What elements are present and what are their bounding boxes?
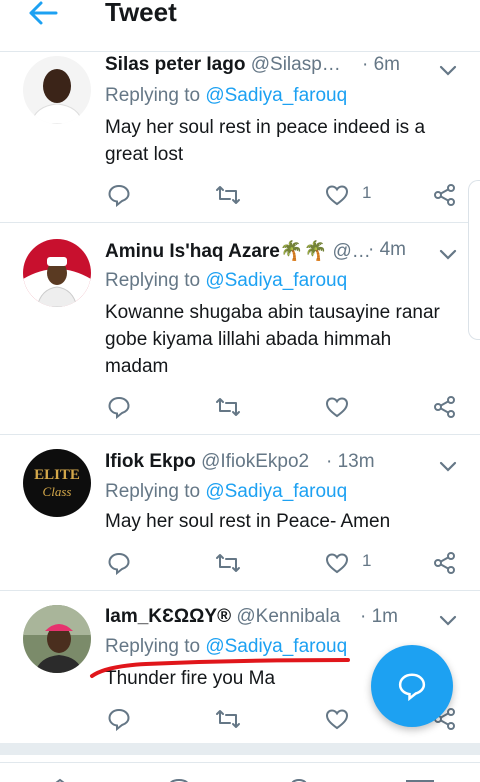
scrollbar[interactable] xyxy=(468,180,480,340)
tweet-item[interactable]: Silas peter Iago @Silasp… · 6m Replying … xyxy=(0,53,480,223)
like-count: 1 xyxy=(362,183,372,202)
avatar[interactable] xyxy=(23,605,91,673)
replying-prefix: Replying to xyxy=(105,481,206,502)
author-handle[interactable]: @IfiokEkpo2 xyxy=(201,451,309,472)
bottom-navigation xyxy=(0,762,480,782)
divider xyxy=(0,743,480,755)
tweet-time: · 6m xyxy=(362,54,400,75)
retweet-icon[interactable] xyxy=(215,707,241,731)
like-icon[interactable] xyxy=(325,395,349,419)
author-handle[interactable]: @… xyxy=(332,241,370,262)
author-name[interactable]: Aminu Is'haq Azare🌴🌴 xyxy=(105,241,327,262)
avatar[interactable] xyxy=(23,56,91,124)
tweet-author-line: Ifiok Ekpo @IfiokEkpo2 xyxy=(105,451,330,479)
tweet-actions: 1 xyxy=(105,183,465,207)
tweet-item[interactable]: Aminu Is'haq Azare🌴🌴 @… · 4m Replying to… xyxy=(0,223,480,434)
tweet-time: · 4m xyxy=(368,239,406,260)
notifications-icon[interactable] xyxy=(286,775,312,782)
share-icon[interactable] xyxy=(433,183,457,207)
red-underline-annotation xyxy=(86,650,356,685)
tweet-item[interactable]: ELITE Class Ifiok Ekpo @IfiokEkpo2 · 13m… xyxy=(0,435,480,590)
tweet-text: May her soul rest in Peace- Amen xyxy=(105,511,391,532)
reply-icon[interactable] xyxy=(107,183,131,207)
author-handle[interactable]: @Silasp… xyxy=(251,54,340,75)
mention-link[interactable]: @Sadiya_farouq xyxy=(205,481,347,502)
tweet-text: Kowanne shugaba abin tausayine ranar gob… xyxy=(105,302,440,377)
like-icon[interactable] xyxy=(325,551,349,575)
back-arrow-icon[interactable] xyxy=(28,0,58,30)
author-handle[interactable]: @Kennibala xyxy=(236,606,340,627)
reply-icon[interactable] xyxy=(107,551,131,575)
retweet-icon[interactable] xyxy=(215,183,241,207)
retweet-icon[interactable] xyxy=(215,551,241,575)
like-icon[interactable] xyxy=(325,707,349,731)
like-count: 1 xyxy=(362,551,372,570)
compose-reply-icon xyxy=(398,673,426,701)
tweet-text: May her soul rest in peace indeed is a g… xyxy=(105,117,426,165)
top-app-bar: Tweet xyxy=(0,0,480,52)
chevron-down-icon[interactable] xyxy=(438,613,458,627)
tweet-actions xyxy=(105,395,465,419)
like-icon[interactable] xyxy=(325,183,349,207)
retweet-icon[interactable] xyxy=(215,395,241,419)
tweet-author-line: Aminu Is'haq Azare🌴🌴 @… xyxy=(105,239,375,267)
share-icon[interactable] xyxy=(433,551,457,575)
messages-icon[interactable] xyxy=(405,775,435,782)
avatar-logo-text: Class xyxy=(43,484,72,499)
share-icon[interactable] xyxy=(433,395,457,419)
replying-to-line: Replying to @Sadiya_farouq xyxy=(105,85,347,107)
page-title: Tweet xyxy=(105,0,177,27)
avatar[interactable] xyxy=(23,239,91,307)
tweet-author-line: Iam_KƐΩΩY® @Kennibala xyxy=(105,606,355,634)
author-name[interactable]: Iam_KƐΩΩY® xyxy=(105,606,231,627)
reply-icon[interactable] xyxy=(107,707,131,731)
tweet-time: · 1m xyxy=(360,606,398,627)
replying-prefix: Replying to xyxy=(105,270,206,291)
mention-link[interactable]: @Sadiya_farouq xyxy=(205,85,347,106)
tweet-actions: 1 xyxy=(105,551,465,575)
replying-to-line: Replying to @Sadiya_farouq xyxy=(105,481,347,503)
tweet-author-line: Silas peter Iago @Silasp… xyxy=(105,54,340,82)
reply-icon[interactable] xyxy=(107,395,131,419)
author-name[interactable]: Ifiok Ekpo xyxy=(105,451,196,472)
chevron-down-icon[interactable] xyxy=(438,459,458,473)
mention-link[interactable]: @Sadiya_farouq xyxy=(205,270,347,291)
chevron-down-icon[interactable] xyxy=(438,63,458,77)
tweet-time: · 13m xyxy=(326,451,375,472)
compose-reply-button[interactable] xyxy=(371,645,453,727)
search-icon[interactable] xyxy=(166,775,192,782)
avatar-logo-text: ELITE xyxy=(34,467,80,483)
author-name[interactable]: Silas peter Iago xyxy=(105,54,245,75)
replying-to-line: Replying to @Sadiya_farouq xyxy=(105,270,347,292)
chevron-down-icon[interactable] xyxy=(438,247,458,261)
replying-prefix: Replying to xyxy=(105,85,206,106)
home-icon[interactable] xyxy=(47,775,73,782)
avatar[interactable]: ELITE Class xyxy=(23,449,91,517)
